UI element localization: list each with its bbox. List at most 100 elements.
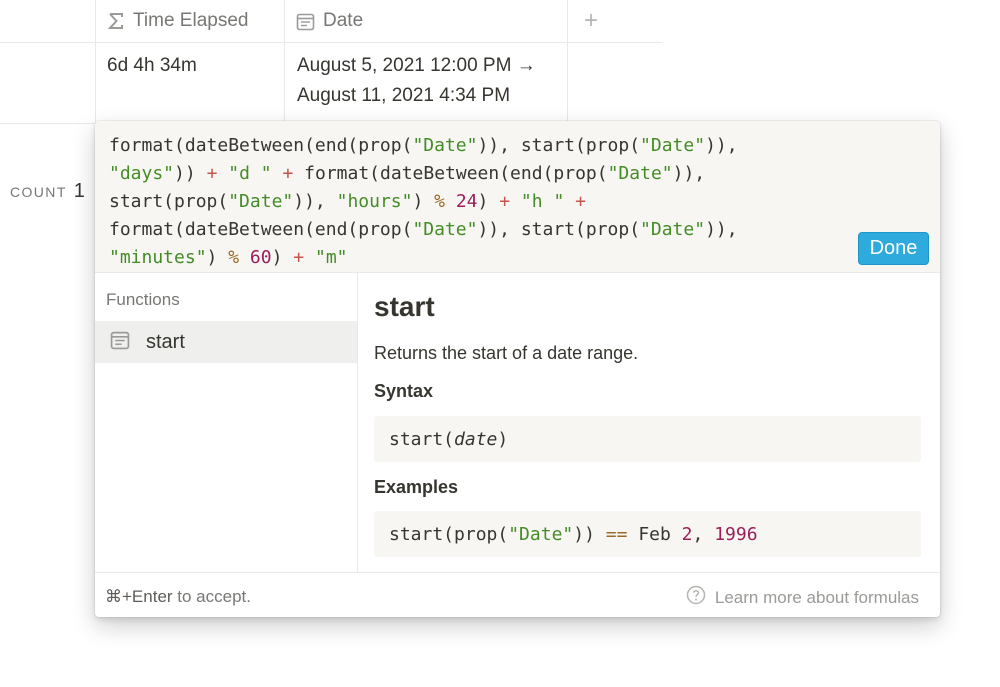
code-token: )), <box>705 219 738 240</box>
code-token: "Date" <box>640 135 706 156</box>
examples-heading: Examples <box>374 477 459 497</box>
code-token: format(dateBetween(end(prop( <box>304 163 608 184</box>
row-divider <box>0 123 95 124</box>
learn-more-link[interactable]: Learn more about formulas <box>686 585 919 610</box>
code-token: == <box>605 523 628 545</box>
code-token: ) <box>412 191 424 212</box>
code-token: "Date" <box>607 163 673 184</box>
code-token: ) <box>206 247 218 268</box>
date-cell-line-2[interactable]: August 11, 2021 4:34 PM <box>297 81 510 111</box>
shortcut-keys: ⌘+Enter <box>105 587 173 606</box>
function-item-start[interactable]: start <box>95 321 357 363</box>
formula-editor-popup: format(dateBetween(end(prop("Date")), st… <box>95 121 940 617</box>
code-token: " <box>553 191 565 212</box>
time-elapsed-cell[interactable]: 6d 4h 34m <box>107 51 197 81</box>
code-token: 60 <box>249 247 272 268</box>
code-token: )), <box>477 135 510 156</box>
done-button[interactable]: Done <box>858 232 929 265</box>
column-header-label: Date <box>323 10 364 31</box>
code-token: start(prop( <box>389 523 509 545</box>
date-cell-line-1[interactable]: August 5, 2021 12:00 PM → <box>297 51 536 81</box>
add-column-button[interactable]: + <box>568 0 614 42</box>
column-header-date[interactable]: Date <box>296 0 363 42</box>
calendar-icon <box>296 12 315 31</box>
code-token: "Date" <box>228 191 294 212</box>
count-value: 1 <box>73 180 85 202</box>
count-summary[interactable]: COUNT 1 <box>10 180 85 203</box>
function-docs-panel: start Returns the start of a date range.… <box>358 273 940 572</box>
syntax-function: start( <box>389 428 455 450</box>
code-token: "Date" <box>640 219 706 240</box>
code-token: ) <box>477 191 489 212</box>
code-token: 2 <box>681 523 693 545</box>
syntax-code-block: start(date) <box>374 416 921 462</box>
function-doc-title: start <box>374 291 435 322</box>
code-token: "minutes" <box>109 247 207 268</box>
count-label: COUNT <box>10 184 67 200</box>
function-doc-description: Returns the start of a date range. <box>374 343 639 363</box>
code-token: % <box>228 247 240 268</box>
functions-list-panel: Functions start <box>95 273 358 572</box>
code-token: start(prop( <box>520 219 641 240</box>
code-token: "days" <box>109 163 175 184</box>
code-token: 1996 <box>714 523 758 545</box>
code-token: )), <box>672 163 706 184</box>
syntax-argument: date <box>454 428 498 450</box>
code-token: "hours" <box>336 191 413 212</box>
code-token: "Date" <box>412 219 478 240</box>
code-token: format(dateBetween(end(prop( <box>109 219 413 240</box>
syntax-heading: Syntax <box>374 381 434 401</box>
formula-input-area[interactable]: format(dateBetween(end(prop("Date")), st… <box>95 121 940 273</box>
code-token: % <box>434 191 445 212</box>
syntax-close: ) <box>497 428 509 450</box>
code-token: )) <box>174 163 196 184</box>
code-token: start(prop( <box>109 191 229 212</box>
formula-input[interactable]: format(dateBetween(end(prop("Date")), st… <box>109 132 809 272</box>
column-header-time-elapsed[interactable]: Time Elapsed <box>107 0 248 42</box>
code-token: ) <box>271 247 283 268</box>
learn-more-label: Learn more about formulas <box>714 587 919 607</box>
code-token: , <box>692 523 704 545</box>
function-item-label: start <box>146 330 185 353</box>
code-token: "Date" <box>508 523 574 545</box>
code-token: + <box>206 163 218 184</box>
column-header-label: Time Elapsed <box>133 10 249 31</box>
code-token: " <box>260 163 272 184</box>
code-token: + <box>293 247 305 268</box>
help-circle-icon <box>686 585 706 610</box>
code-token: + <box>499 191 511 212</box>
code-token: "Date" <box>412 135 478 156</box>
code-token: + <box>282 163 294 184</box>
code-token: "d <box>228 163 250 184</box>
code-token: start(prop( <box>520 135 641 156</box>
code-token: + <box>575 191 586 212</box>
example-code-block: start(prop("Date")) == Feb 2, 1996 <box>374 511 921 557</box>
column-divider <box>95 0 96 123</box>
code-token: )), <box>293 191 326 212</box>
header-divider <box>0 42 663 43</box>
sigma-icon <box>107 12 125 30</box>
